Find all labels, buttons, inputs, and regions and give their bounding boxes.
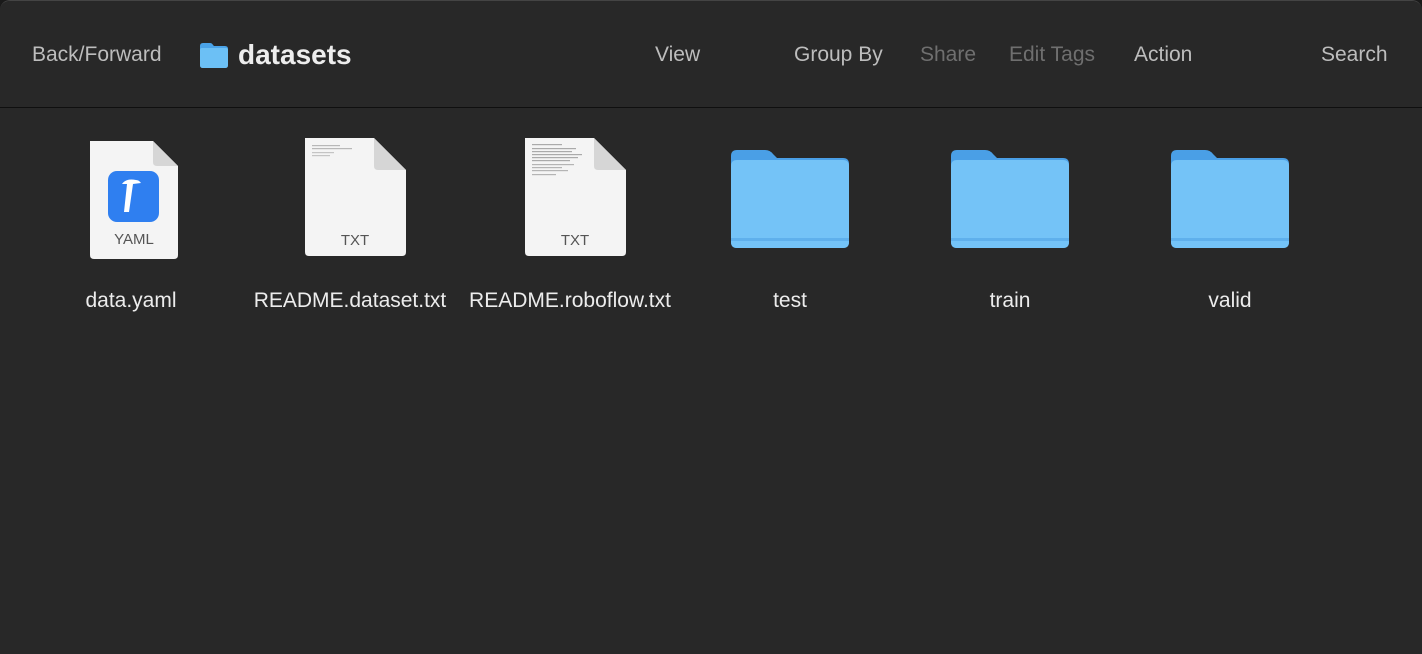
file-name: train: [989, 289, 1031, 312]
folder-title: datasets: [238, 39, 352, 70]
back-forward-button[interactable]: Back/Forward: [32, 41, 162, 69]
share-button[interactable]: Share: [920, 41, 976, 69]
folder-item-valid[interactable]: valid: [1125, 138, 1335, 317]
file-name: valid: [1208, 289, 1252, 312]
toolbar: Back/Forward datasets View Group By Shar…: [0, 1, 1422, 108]
edit-tags-button[interactable]: Edit Tags: [1009, 41, 1095, 69]
folder-icon: [1171, 150, 1289, 248]
file-item-readme-dataset[interactable]: TXT README.dataset.txt: [245, 138, 455, 317]
text-file-icon: TXT: [305, 138, 406, 256]
group-by-button[interactable]: Group By: [794, 41, 883, 69]
yaml-file-icon: YAML: [90, 141, 178, 259]
folder-icon: [951, 150, 1069, 248]
search-button[interactable]: Search: [1321, 41, 1388, 69]
action-button[interactable]: Action: [1134, 41, 1192, 69]
file-name: README.roboflow.txt: [469, 289, 671, 312]
window-title: datasets: [199, 37, 352, 73]
file-name: README.dataset.txt: [253, 289, 447, 312]
folder-item-test[interactable]: test: [685, 138, 895, 317]
file-type-label: TXT: [341, 232, 369, 249]
folder-icon: [731, 150, 849, 248]
folder-item-train[interactable]: train: [905, 138, 1115, 317]
view-button[interactable]: View: [655, 41, 700, 69]
text-file-icon: TXT: [525, 138, 626, 256]
file-name: test: [773, 289, 807, 312]
folder-icon: [200, 43, 228, 68]
finder-window: Back/Forward datasets View Group By Shar…: [0, 0, 1422, 654]
file-item-readme-roboflow[interactable]: TXT README.roboflow.txt: [465, 138, 675, 317]
file-type-label: TXT: [561, 232, 589, 249]
file-grid: YAML data.yaml TXT README.dataset.txt TX…: [0, 108, 1422, 654]
file-name: data.yaml: [85, 289, 177, 312]
file-item-data-yaml[interactable]: YAML data.yaml: [26, 138, 236, 317]
file-type-label: YAML: [114, 231, 154, 248]
